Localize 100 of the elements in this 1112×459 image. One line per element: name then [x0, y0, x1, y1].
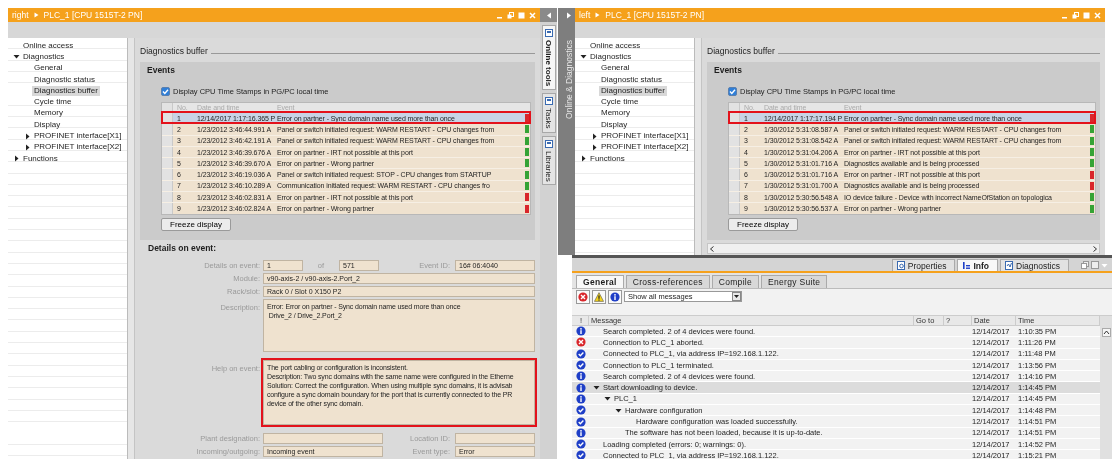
- scrollbar[interactable]: [1100, 316, 1112, 459]
- side-tab[interactable]: Online tools: [541, 25, 556, 91]
- triangle-icon: [33, 12, 39, 18]
- freeze-display-button[interactable]: Freeze display: [728, 217, 799, 231]
- maximize-icon[interactable]: [518, 11, 525, 19]
- caret-icon[interactable]: [615, 406, 622, 414]
- nav-item[interactable]: PROFINET interface[X1]: [575, 130, 694, 142]
- checkbox[interactable]: [728, 87, 737, 96]
- section-title: Events: [714, 65, 742, 75]
- maximize-icon[interactable]: [1091, 261, 1099, 269]
- info-icon: [575, 371, 586, 382]
- window-title: PLC_1 [CPU 1515T-2 PN]: [43, 10, 143, 20]
- panel-icon: [544, 97, 553, 106]
- nav-item[interactable]: Diagnostics: [575, 51, 694, 63]
- nav-item[interactable]: Diagnostic status: [575, 73, 694, 86]
- caret-icon[interactable]: [24, 132, 31, 140]
- nav-item[interactable]: Display: [575, 119, 694, 131]
- info-icon: [575, 382, 586, 393]
- window-title: right: [12, 10, 29, 20]
- row-header[interactable]: [729, 113, 740, 124]
- nav-item[interactable]: Online access: [575, 40, 694, 52]
- caret-icon[interactable]: [24, 143, 31, 151]
- caret-icon[interactable]: [591, 132, 598, 140]
- nav-item[interactable]: Functions: [575, 152, 694, 165]
- window-title: left: [579, 10, 591, 20]
- warning-icon: [594, 291, 604, 302]
- document-icon: [896, 261, 906, 270]
- filter-button[interactable]: [592, 289, 606, 304]
- check-icon: [575, 450, 586, 459]
- error-icon: [578, 291, 588, 302]
- restore-icon[interactable]: [1081, 261, 1089, 269]
- side-tab[interactable]: Libraries: [541, 135, 556, 186]
- section-title: Events: [147, 65, 175, 75]
- nav-item[interactable]: PROFINET interface[X1]: [8, 130, 127, 142]
- inspector-tab[interactable]: Info: [957, 259, 999, 271]
- info-icon: [610, 291, 620, 302]
- checkbox[interactable]: [161, 87, 170, 96]
- info-icon: [575, 393, 586, 404]
- side-tab[interactable]: Tasks: [541, 93, 556, 133]
- arrow-right-icon[interactable]: [565, 11, 572, 19]
- caret-icon[interactable]: [593, 384, 600, 392]
- filter-button[interactable]: [576, 289, 590, 304]
- nav-item[interactable]: General: [8, 62, 127, 74]
- nav-item[interactable]: Cycle time: [575, 96, 694, 108]
- caret-icon[interactable]: [604, 395, 611, 403]
- restore-icon[interactable]: [507, 11, 514, 19]
- freeze-display-button[interactable]: Freeze display: [161, 217, 232, 231]
- window-title: PLC_1 [CPU 1515T-2 PN]: [605, 10, 705, 20]
- panel-heading: Diagnostics buffer: [140, 46, 208, 56]
- panel-icon: [544, 139, 553, 148]
- nav-item[interactable]: PROFINET interface[X2]: [8, 141, 127, 153]
- close-icon[interactable]: [529, 11, 536, 19]
- scrollbar[interactable]: [707, 243, 1100, 254]
- nav-item[interactable]: PROFINET interface[X2]: [575, 141, 694, 153]
- dropdown-arrow-icon[interactable]: [732, 292, 741, 301]
- tab[interactable]: Compile: [711, 275, 760, 288]
- caret-icon[interactable]: [13, 155, 20, 163]
- caret-icon[interactable]: [13, 53, 20, 61]
- nav-item[interactable]: Diagnostics: [8, 51, 127, 63]
- error-icon: [575, 337, 586, 348]
- info-icon: [575, 326, 586, 337]
- info-icon: [575, 427, 586, 438]
- tab[interactable]: Cross-references: [625, 275, 710, 288]
- caret-icon[interactable]: [591, 143, 598, 151]
- inspector-tab[interactable]: Diagnostics: [1000, 259, 1069, 271]
- close-icon[interactable]: [1094, 11, 1101, 19]
- caret-icon[interactable]: [580, 53, 587, 61]
- splitter[interactable]: [695, 38, 702, 255]
- check-icon: [575, 360, 586, 371]
- nav-item[interactable]: Online access: [8, 40, 127, 52]
- restore-icon[interactable]: [1072, 11, 1079, 19]
- nav-item[interactable]: Memory: [8, 107, 127, 120]
- nav-item[interactable]: General: [575, 62, 694, 74]
- input-field[interactable]: [263, 433, 383, 444]
- tab[interactable]: Energy Suite: [761, 275, 828, 288]
- triangle-icon: [595, 12, 601, 18]
- scroll-right-icon[interactable]: [1091, 244, 1099, 253]
- nav-item[interactable]: Memory: [575, 107, 694, 120]
- document-icon: [1005, 261, 1015, 270]
- caret-icon[interactable]: [580, 155, 587, 163]
- row-header[interactable]: [162, 113, 173, 124]
- nav-item[interactable]: Diagnostic status: [8, 73, 127, 86]
- section-title: Details on event:: [148, 243, 217, 253]
- nav-item[interactable]: Cycle time: [8, 96, 127, 108]
- filter-button[interactable]: [608, 289, 622, 304]
- check-icon: [575, 348, 586, 359]
- inspector-tab[interactable]: Properties: [891, 259, 956, 271]
- panel-icon: [544, 29, 553, 37]
- check-icon: [575, 405, 586, 416]
- scroll-left-icon[interactable]: [708, 244, 716, 253]
- check-icon: [575, 416, 586, 427]
- splitter[interactable]: [128, 38, 135, 459]
- nav-item[interactable]: Display: [8, 119, 127, 131]
- input-field[interactable]: [455, 433, 535, 444]
- maximize-icon[interactable]: [1083, 11, 1090, 19]
- check-icon: [575, 439, 586, 450]
- scroll-up-icon[interactable]: [1101, 328, 1111, 337]
- arrow-left-icon[interactable]: [545, 11, 552, 19]
- nav-item[interactable]: Functions: [8, 152, 127, 165]
- tab[interactable]: General: [576, 275, 624, 288]
